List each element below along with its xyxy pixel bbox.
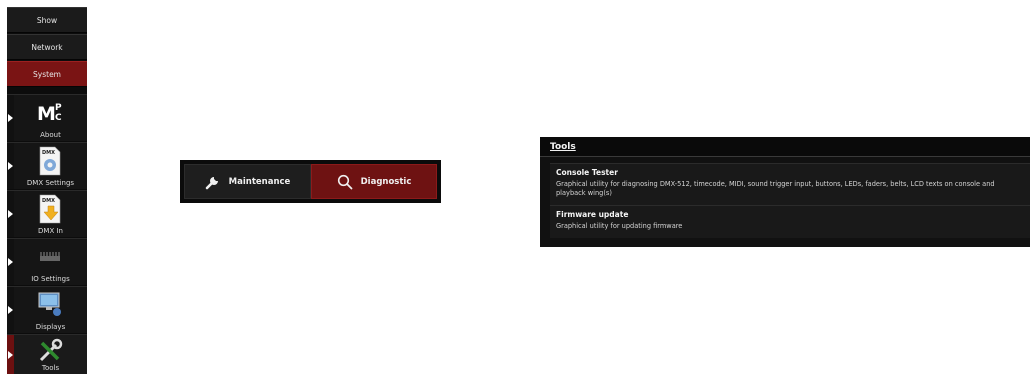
sidebar-item-tools[interactable]: Tools	[7, 334, 87, 374]
tools-icon	[36, 337, 64, 365]
dmx-in-icon: DMX	[36, 194, 64, 224]
dmx-settings-icon: DMX	[36, 146, 64, 176]
expand-arrow-icon	[8, 350, 13, 359]
sidebar-item-about[interactable]: M P C About	[7, 94, 87, 141]
sidebar-item-label: Displays	[35, 323, 66, 331]
tool-row-firmware-update[interactable]: Firmware update Graphical utility for up…	[550, 205, 1030, 238]
tool-title: Firmware update	[556, 210, 629, 219]
expand-arrow-icon	[8, 210, 13, 218]
sidebar-item-displays[interactable]: Displays	[7, 286, 87, 333]
sidebar-item-dmx-settings[interactable]: DMX DMX Settings	[7, 142, 87, 189]
diagnostic-button[interactable]: Diagnostic	[311, 164, 437, 199]
wrench-icon	[205, 176, 218, 189]
expand-arrow-icon	[8, 306, 13, 314]
tool-description: Graphical utility for updating firmware	[556, 222, 683, 230]
search-icon	[337, 174, 353, 189]
sidebar-item-label: IO Settings	[31, 275, 70, 283]
svg-text:DMX: DMX	[42, 150, 55, 156]
tab-network[interactable]: Network	[7, 34, 87, 60]
mpc-logo-icon: M P C	[36, 98, 64, 126]
diagnostic-label: Diagnostic	[360, 176, 412, 187]
tools-panel: Tools Console Tester Graphical utility f…	[540, 137, 1030, 247]
sidebar-item-dmx-in[interactable]: DMX DMX In	[7, 190, 87, 237]
sidebar: Show Network System M P C About DMX DMX …	[7, 7, 87, 374]
svg-text:M: M	[37, 103, 56, 125]
mode-toolbar: Maintenance Diagnostic	[180, 160, 441, 203]
svg-text:DMX: DMX	[42, 198, 55, 204]
tab-system[interactable]: System	[7, 61, 87, 87]
sidebar-item-label: DMX Settings	[26, 179, 75, 187]
sidebar-item-label: Tools	[41, 364, 60, 372]
chip-icon	[36, 242, 64, 270]
expand-arrow-icon	[8, 258, 13, 266]
tool-description: Graphical utility for diagnosing DMX-512…	[556, 180, 995, 197]
maintenance-button[interactable]: Maintenance	[184, 164, 311, 199]
displays-icon	[36, 290, 64, 318]
expand-arrow-icon	[8, 162, 13, 170]
sidebar-item-label: DMX In	[38, 227, 63, 235]
tab-show[interactable]: Show	[7, 7, 87, 33]
expand-arrow-icon	[8, 114, 13, 122]
svg-text:C: C	[55, 113, 62, 123]
maintenance-label: Maintenance	[228, 176, 291, 187]
sidebar-item-io-settings[interactable]: IO Settings	[7, 238, 87, 285]
svg-text:P: P	[55, 103, 62, 113]
tool-title: Console Tester	[556, 168, 618, 177]
sidebar-item-label: About	[40, 131, 61, 139]
tools-panel-title: Tools	[540, 137, 1030, 157]
tool-row-console-tester[interactable]: Console Tester Graphical utility for dia…	[550, 163, 1030, 205]
